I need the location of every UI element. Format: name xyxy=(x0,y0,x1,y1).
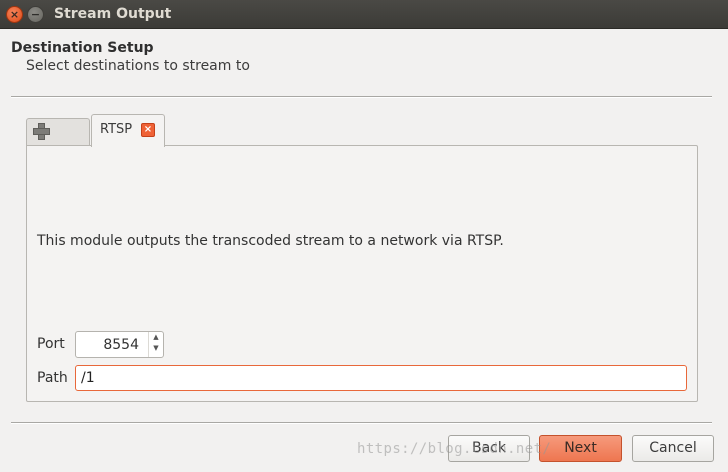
title-bar: × − Stream Output xyxy=(0,0,728,29)
port-spinbox[interactable]: 8554 ▲ ▼ xyxy=(75,331,164,358)
add-destination-tab[interactable] xyxy=(26,118,90,146)
close-window-button[interactable]: × xyxy=(6,6,23,23)
footer-divider xyxy=(11,422,712,423)
window-title: Stream Output xyxy=(54,6,172,22)
close-icon: × xyxy=(9,8,20,21)
spin-down-icon[interactable]: ▼ xyxy=(149,343,163,354)
path-label: Path xyxy=(37,370,68,386)
tab-panel xyxy=(26,145,698,402)
minimize-window-button[interactable]: − xyxy=(27,6,44,23)
spin-up-icon[interactable]: ▲ xyxy=(149,332,163,343)
port-value: 8554 xyxy=(103,337,139,353)
cancel-button[interactable]: Cancel xyxy=(632,435,714,462)
minimize-icon: − xyxy=(30,8,41,21)
page-title: Destination Setup xyxy=(11,40,154,56)
back-button[interactable]: Back xyxy=(448,435,530,462)
next-button[interactable]: Next xyxy=(539,435,622,462)
spin-arrows[interactable]: ▲ ▼ xyxy=(148,332,163,357)
tab-rtsp[interactable]: RTSP × xyxy=(91,114,165,147)
page-subtitle: Select destinations to stream to xyxy=(26,58,250,74)
header-divider xyxy=(11,96,712,97)
path-input[interactable] xyxy=(75,365,687,391)
port-label: Port xyxy=(37,336,65,352)
tab-rtsp-label: RTSP xyxy=(100,122,133,137)
module-description: This module outputs the transcoded strea… xyxy=(37,233,504,249)
plus-icon xyxy=(33,123,50,140)
tab-close-icon[interactable]: × xyxy=(141,123,155,137)
